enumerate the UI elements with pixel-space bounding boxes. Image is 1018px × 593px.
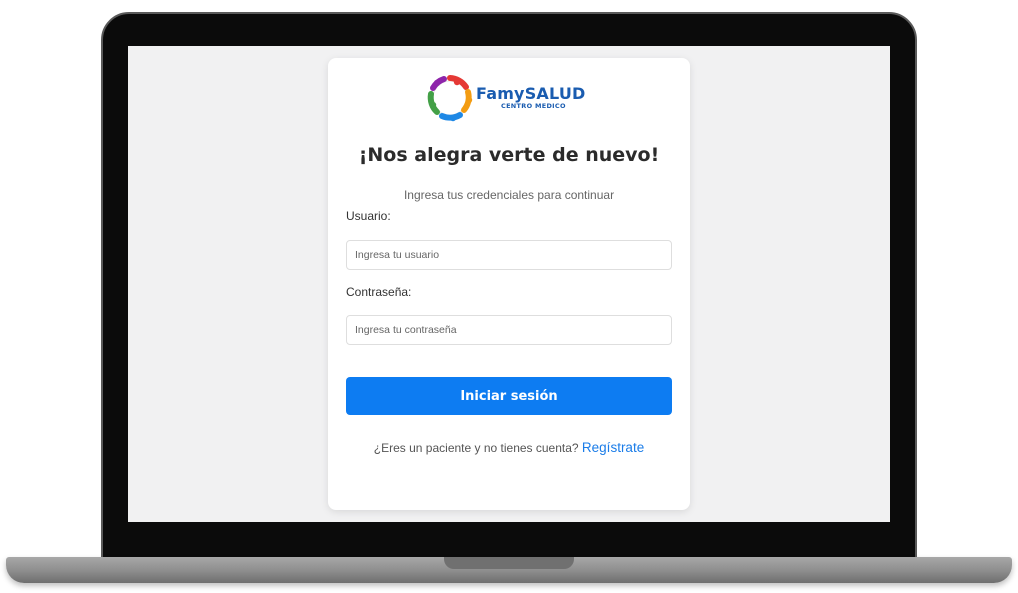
register-prompt-text: ¿Eres un paciente y no tienes cuenta?	[373, 441, 579, 455]
laptop-screen: FamySALUD CENTRO MEDICO ¡Nos alegra vert…	[128, 46, 890, 522]
password-input[interactable]	[346, 315, 672, 345]
username-input[interactable]	[346, 240, 672, 270]
password-label: Contraseña:	[346, 285, 412, 299]
laptop-notch	[444, 557, 574, 569]
page-title: ¡Nos alegra verte de nuevo!	[358, 144, 660, 166]
page-subtitle: Ingresa tus credenciales para continuar	[403, 188, 615, 202]
brand-logo: FamySALUD CENTRO MEDICO	[426, 72, 596, 124]
register-prompt: ¿Eres un paciente y no tienes cuenta? Re…	[328, 440, 690, 455]
brand-name-famy: Famy	[476, 84, 525, 103]
people-circle-logo-icon	[427, 75, 473, 122]
laptop-mockup: FamySALUD CENTRO MEDICO ¡Nos alegra vert…	[0, 0, 1018, 593]
login-button[interactable]: Iniciar sesión	[346, 377, 672, 415]
brand-name-salud: SALUD	[524, 84, 586, 103]
register-link[interactable]: Regístrate	[582, 440, 644, 455]
brand-subtitle: CENTRO MEDICO	[501, 102, 566, 110]
login-card: FamySALUD CENTRO MEDICO ¡Nos alegra vert…	[328, 58, 690, 510]
brand-name: FamySALUD	[476, 84, 586, 103]
username-label: Usuario:	[346, 209, 391, 223]
